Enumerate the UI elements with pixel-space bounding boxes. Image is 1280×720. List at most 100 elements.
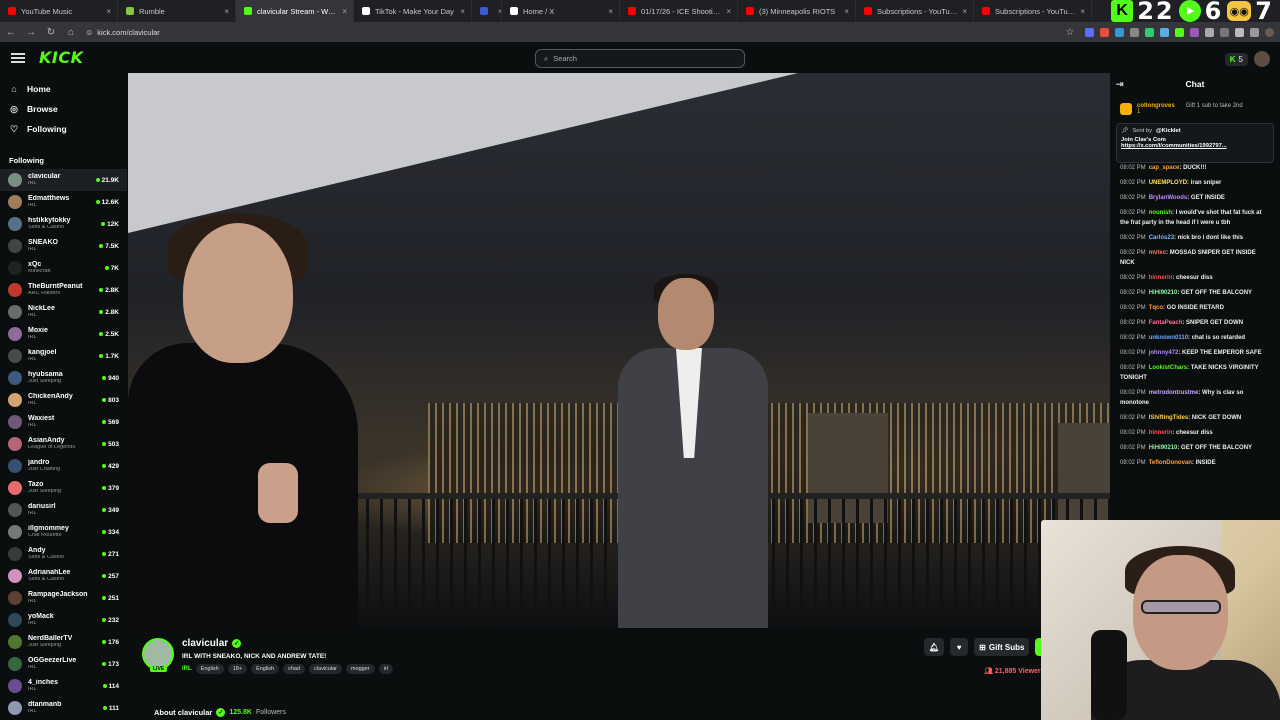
chat-username[interactable]: unknown0110	[1149, 335, 1188, 341]
sidebar-item-browse[interactable]: ◎ Browse	[9, 99, 118, 119]
follow-heart-button[interactable]: ♥	[950, 638, 969, 656]
sidebar-channel-xqc[interactable]: xQc Minecraft 7K	[0, 257, 127, 279]
stream-tag[interactable]: English	[251, 664, 280, 674]
chat-username[interactable]: johnny472	[1149, 350, 1179, 356]
browser-tab[interactable]: Home / X ×	[502, 0, 620, 22]
user-avatar[interactable]	[1254, 51, 1270, 67]
browser-tab[interactable]: TikTok - Make Your Day ×	[354, 0, 472, 22]
sidebar-channel-chickenandy[interactable]: ChickenAndy IRL 803	[0, 389, 127, 411]
sidebar-channel-hyubsama[interactable]: hyubsama Just Sleeping 940	[0, 367, 127, 389]
chat-username[interactable]: Carlos23	[1149, 235, 1174, 241]
search-input[interactable]: ⌕ Search	[535, 49, 745, 68]
browser-tab[interactable]: Rumble ×	[118, 0, 236, 22]
sidebar-channel-nicklee[interactable]: NickLee IRL 2.8K	[0, 301, 127, 323]
sidebar-channel-hstikkytokky[interactable]: hstikkytokky Slots & Casino 12K	[0, 213, 127, 235]
sidebar-channel-asianandy[interactable]: AsianAndy League of Legends 503	[0, 433, 127, 455]
profile-avatar-icon[interactable]	[1265, 27, 1274, 37]
forward-icon[interactable]: →	[26, 27, 36, 38]
chat-username[interactable]: hinnerin	[1149, 430, 1173, 436]
kick-logo[interactable]: KICK	[39, 48, 84, 67]
kicks-balance[interactable]: K 5	[1224, 52, 1248, 66]
extension-icon[interactable]	[1100, 27, 1109, 37]
sidebar-channel-oggeezerlive[interactable]: OGGeezerLive IRL 173	[0, 653, 127, 675]
chat-username[interactable]: cap_space	[1149, 165, 1180, 171]
url-field[interactable]: ⊜ kick.com/clavicular	[86, 28, 1055, 37]
stream-tag[interactable]: 18+	[227, 664, 248, 674]
sidebar-channel-nerdballertv[interactable]: NerdBallerTV Just Sleeping 176	[0, 631, 127, 653]
tab-close-icon[interactable]: ×	[726, 7, 731, 16]
browser-tab[interactable]: clavicular Stream - Watch L ×	[236, 0, 354, 22]
sidebar-channel-tazo[interactable]: Tazo Just Sleeping 379	[0, 477, 127, 499]
extension-icon[interactable]	[1175, 27, 1184, 37]
tab-close-icon[interactable]: ×	[106, 7, 111, 16]
sidebar-channel-4_inches[interactable]: 4_inches IRL 114	[0, 675, 127, 697]
sidebar-item-home[interactable]: ⌂ Home	[9, 79, 118, 99]
extension-icon[interactable]	[1160, 27, 1169, 37]
sidebar-channel-jandro[interactable]: jandro Just Chatting 429	[0, 455, 127, 477]
chat-username[interactable]: IShiftingTides	[1149, 415, 1189, 421]
stream-tag[interactable]: clavicular	[309, 664, 342, 674]
browser-tab[interactable]: 01/17/26 - ICE Shooting Protes ×	[620, 0, 738, 22]
chat-username[interactable]: metrodontrustme	[1149, 390, 1199, 396]
stream-category-link[interactable]: IRL	[182, 666, 192, 672]
chat-username[interactable]: HiHi90210	[1149, 290, 1178, 296]
collapse-chat-icon[interactable]: ⇥	[1116, 79, 1124, 90]
browser-tab[interactable]: (3) Minneapolis RIOTS ×	[738, 0, 856, 22]
sidebar-channel-waxiest[interactable]: Waxiest IRL 569	[0, 411, 127, 433]
chat-username[interactable]: nounish	[1149, 210, 1172, 216]
pinned-link[interactable]: https://x.com/i/communities/1992797...	[1121, 143, 1269, 149]
sidebar-channel-yomack[interactable]: yoMack IRL 232	[0, 609, 127, 631]
sidebar-channel-edmatthews[interactable]: Edmatthews IRL 12.6K	[0, 191, 127, 213]
chat-username[interactable]: LookistChars	[1149, 365, 1187, 371]
sidebar-channel-kangjoel[interactable]: kangjoel IRL 1.7K	[0, 345, 127, 367]
stream-tag[interactable]: English	[195, 664, 224, 674]
extension-icon[interactable]	[1085, 27, 1094, 37]
sidebar-channel-theburntpeanut[interactable]: TheBurntPeanut ARC Raiders 2.8K	[0, 279, 127, 301]
tab-close-icon[interactable]: ×	[460, 7, 465, 16]
tab-close-icon[interactable]: ×	[608, 7, 613, 16]
stream-tag[interactable]: irl	[378, 664, 393, 674]
stream-tag[interactable]: chad	[283, 664, 306, 674]
video-player[interactable]	[128, 73, 1110, 628]
back-icon[interactable]: ←	[6, 27, 16, 38]
tab-close-icon[interactable]: ×	[962, 7, 967, 16]
tab-close-icon[interactable]: ×	[342, 7, 347, 16]
sidebar-channel-adrianahlee[interactable]: AdrianahLee Slots & Casino 257	[0, 565, 127, 587]
chat-username[interactable]: FantaPeach	[1149, 320, 1183, 326]
sidebar-channel-illgmommey[interactable]: illgmommey Chat Roulette 334	[0, 521, 127, 543]
tab-close-icon[interactable]: ×	[1080, 7, 1085, 16]
sidebar-channel-dariusirl[interactable]: dariusirl IRL 349	[0, 499, 127, 521]
browser-tab[interactable]: ×	[472, 0, 502, 22]
gift-subs-button[interactable]: ⊞ Gift Subs	[974, 638, 1030, 656]
extension-icon[interactable]	[1235, 27, 1244, 37]
tab-close-icon[interactable]: ×	[224, 7, 229, 16]
extension-icon[interactable]	[1220, 27, 1229, 37]
extension-icon[interactable]	[1130, 27, 1139, 37]
sidebar-channel-sneako[interactable]: SNEAKO IRL 7.5K	[0, 235, 127, 257]
browser-tab[interactable]: YouTube Music ×	[0, 0, 118, 22]
sidebar-item-following[interactable]: ♡ Following	[9, 119, 118, 139]
sidebar-channel-andy[interactable]: Andy Slots & Casino 271	[0, 543, 127, 565]
chat-username[interactable]: mvtec	[1149, 250, 1166, 256]
sidebar-channel-dtanmanb[interactable]: dtanmanb IRL 111	[0, 697, 127, 719]
streamer-name[interactable]: clavicular	[182, 638, 228, 649]
chat-username[interactable]: TeflonDonovan	[1149, 460, 1192, 466]
extension-icon[interactable]	[1115, 27, 1124, 37]
sidebar-channel-rampagejackson[interactable]: RampageJackson IRL 251	[0, 587, 127, 609]
extension-icon[interactable]	[1205, 27, 1214, 37]
home-browser-icon[interactable]: ⌂	[66, 27, 76, 38]
bookmark-star-icon[interactable]: ☆	[1065, 27, 1075, 38]
browser-tab[interactable]: Subscriptions - YouTube ×	[974, 0, 1092, 22]
extension-icon[interactable]	[1190, 27, 1199, 37]
chat-username[interactable]: hinnerin	[1149, 275, 1173, 281]
browser-tab[interactable]: Subscriptions - YouTube ×	[856, 0, 974, 22]
chat-username[interactable]: HiHi90210	[1149, 445, 1178, 451]
sidebar-channel-moxie[interactable]: Moxie IRL 2.5K	[0, 323, 127, 345]
stream-tag[interactable]: mogger	[345, 664, 375, 674]
notification-bell-button[interactable]: 🔔︎	[924, 638, 945, 656]
extension-icon[interactable]	[1250, 27, 1259, 37]
site-info-icon[interactable]: ⊜	[86, 28, 92, 37]
extension-icon[interactable]	[1145, 27, 1154, 37]
top-gifter[interactable]: coltongroves 1 Gift 1 sub to take 2nd	[1110, 95, 1280, 119]
reload-icon[interactable]: ↻	[46, 27, 56, 38]
